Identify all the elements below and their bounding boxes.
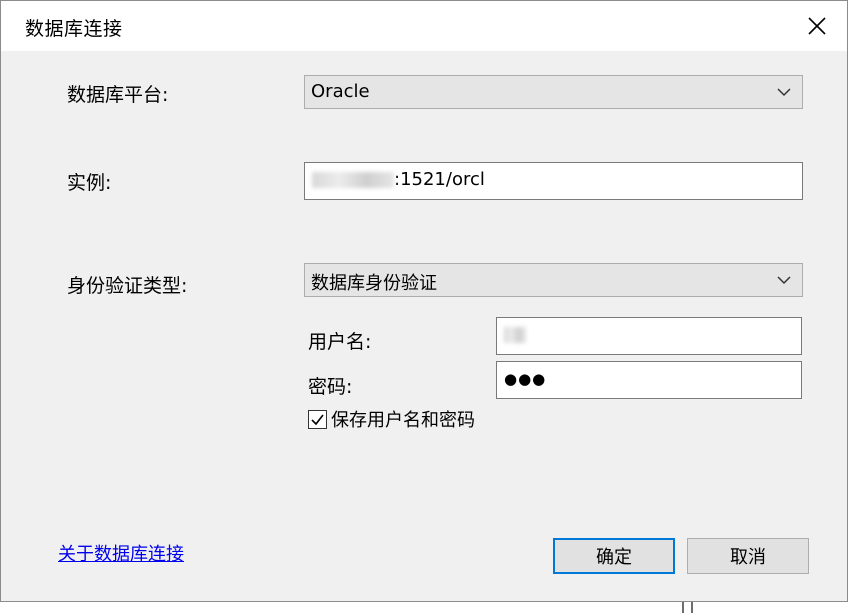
auth-type-label: 身份验证类型:	[67, 275, 188, 297]
save-credentials-label: 保存用户名和密码	[331, 410, 475, 431]
password-input[interactable]: ●●●	[496, 361, 802, 399]
chevron-down-icon	[777, 88, 791, 97]
instance-value: :1521/orcl	[394, 169, 485, 190]
password-value: ●●●	[504, 370, 547, 388]
background-window-edge	[682, 602, 684, 613]
background-window-edge	[691, 602, 693, 613]
redacted-host	[312, 172, 394, 188]
auth-type-select[interactable]: 数据库身份验证	[304, 263, 803, 297]
platform-label: 数据库平台:	[67, 84, 169, 106]
checkbox-box[interactable]	[308, 409, 327, 429]
save-credentials-checkbox[interactable]: 保存用户名和密码	[308, 406, 475, 432]
title-bar[interactable]: 数据库连接	[1, 1, 847, 51]
redacted-username	[504, 327, 526, 343]
checkmark-icon	[311, 414, 324, 425]
auth-type-selected-value: 数据库身份验证	[311, 273, 437, 294]
instance-input[interactable]: :1521/orcl	[304, 162, 803, 200]
platform-select[interactable]: Oracle	[304, 75, 803, 109]
username-label: 用户名:	[308, 331, 372, 353]
chevron-down-icon	[777, 276, 791, 285]
cancel-button[interactable]: 取消	[687, 538, 809, 574]
instance-label: 实例:	[67, 172, 112, 194]
password-label: 密码:	[308, 376, 353, 398]
ok-button[interactable]: 确定	[553, 538, 675, 574]
close-icon	[808, 17, 826, 35]
about-database-connection-link[interactable]: 关于数据库连接	[58, 540, 184, 566]
platform-selected-value: Oracle	[311, 81, 370, 102]
dialog-title: 数据库连接	[25, 18, 123, 40]
username-input[interactable]	[496, 317, 802, 355]
database-connection-dialog: 数据库连接 数据库平台: Oracle 实例: :1521/orcl 身份验证类…	[0, 0, 848, 602]
close-button[interactable]	[787, 1, 847, 51]
